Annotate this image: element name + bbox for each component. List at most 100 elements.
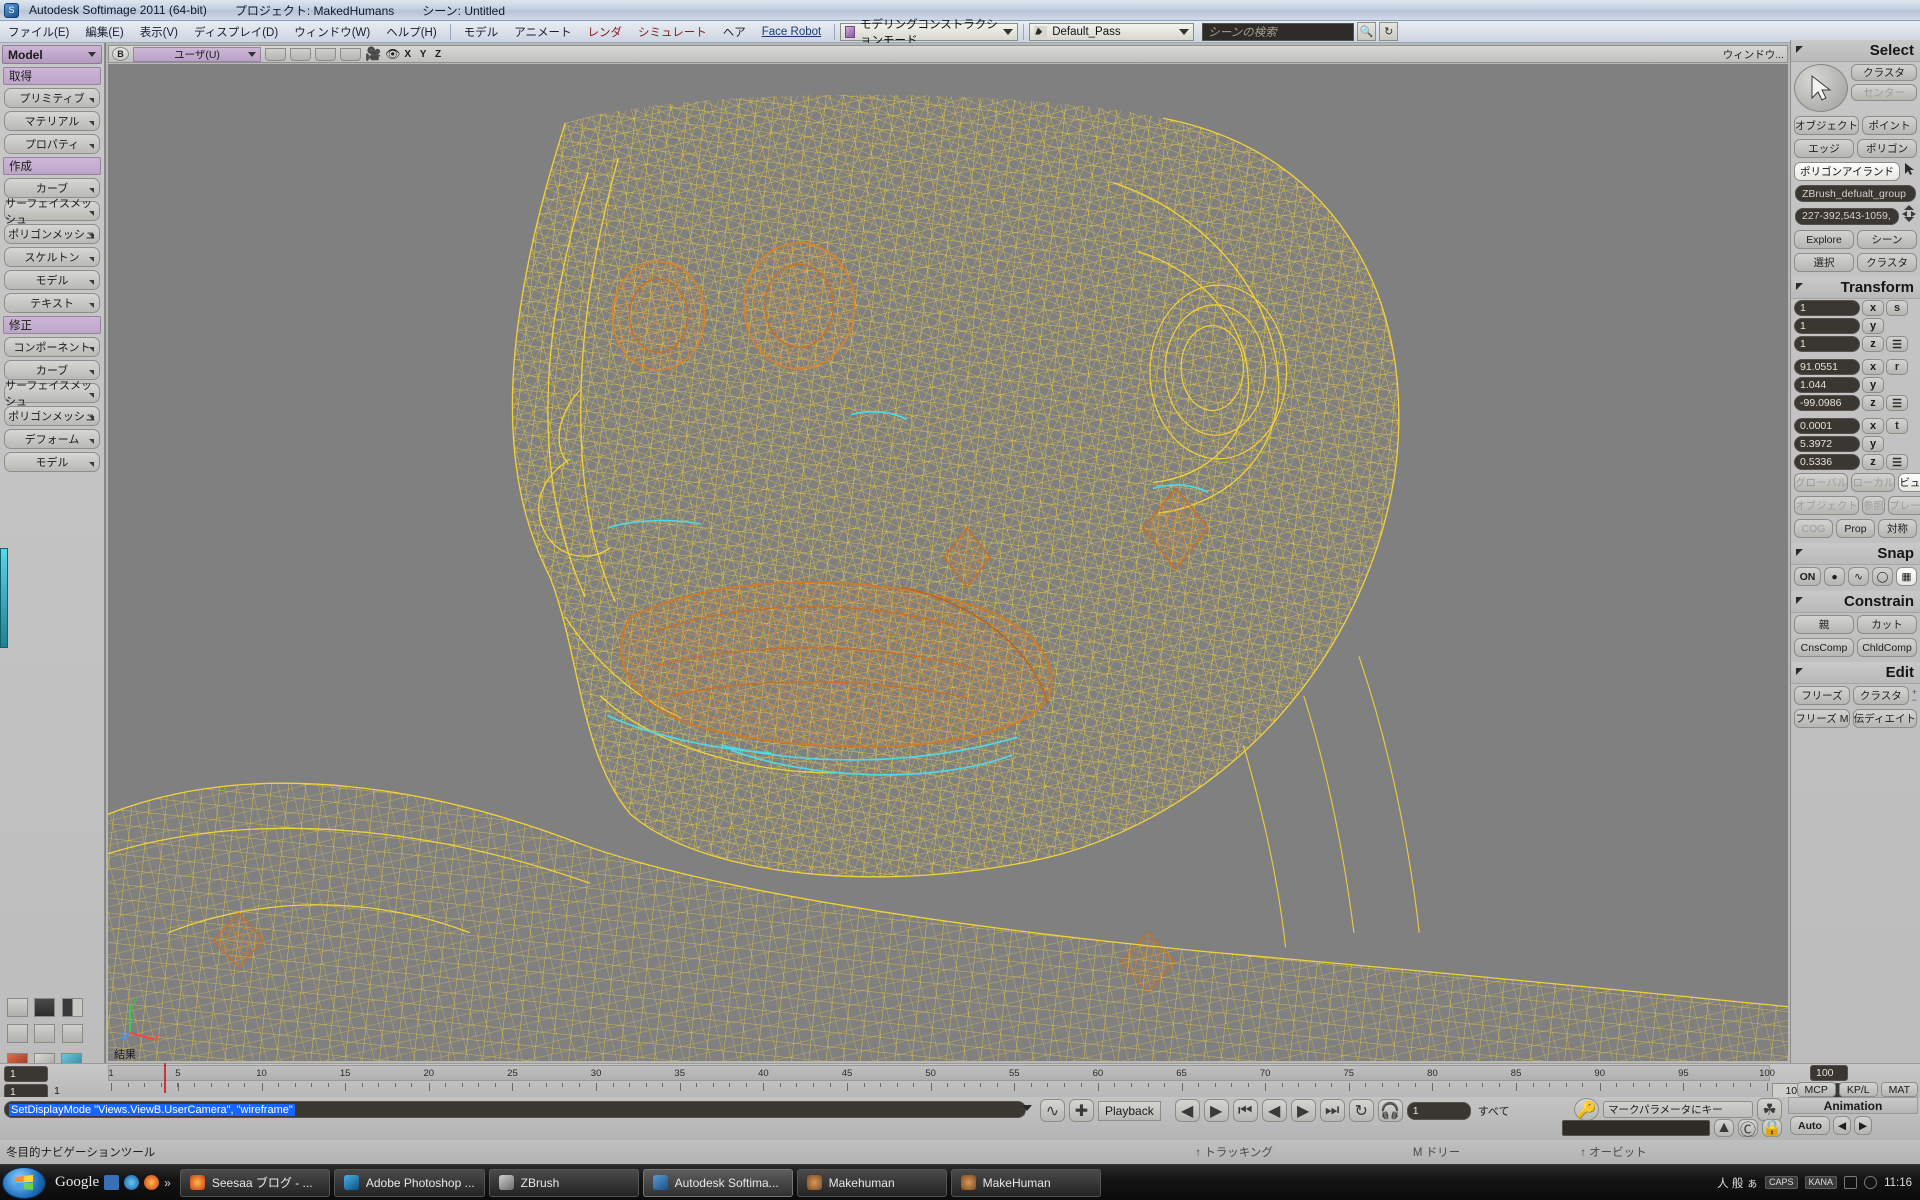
taskbar-item-3[interactable]: Autodesk Softima... [642,1168,793,1197]
timeline-playhead[interactable] [164,1063,166,1093]
viewport-canvas[interactable]: Y X Z 結果 [108,64,1788,1061]
left-button-2-5[interactable]: モデル [4,452,100,472]
teal-side-tab[interactable] [0,548,8,648]
viewport-tab-2[interactable] [290,47,311,61]
eye-visibility-icon[interactable]: 👁 [385,47,400,61]
transform-cog-button[interactable]: COG [1794,519,1833,538]
toolbox-icon[interactable]: ✚ [1069,1099,1094,1122]
module-item-5[interactable]: Face Robot [754,25,829,39]
viewport-tab-4[interactable] [340,47,361,61]
tray-icon-2[interactable] [1864,1176,1878,1189]
ime-language-label[interactable]: 人 般 ぁ [1717,1175,1758,1191]
constrain-cnscomp-button[interactable]: CnsComp [1794,638,1854,657]
snap-section-title[interactable]: Snap [1791,543,1920,565]
loop-icon[interactable]: ↻ [1348,1099,1374,1122]
constrain-parent-button[interactable]: 親 [1794,615,1854,634]
taskbar-item-2[interactable]: ZBrush [488,1168,639,1197]
left-panel-header[interactable]: Model [2,45,102,64]
lock-icon[interactable]: 🔒 [1762,1119,1782,1137]
module-item-4[interactable]: ヘア [715,23,754,41]
edit-freeze-m-button[interactable]: フリーズ M [1794,709,1850,728]
viewport-tab-3[interactable] [315,47,336,61]
menu-item-0[interactable]: ファイル(E) [0,23,77,41]
animation-dropdown-icon[interactable]: ▲ [1714,1119,1734,1137]
snapshot-icon[interactable]: ∿ [1040,1099,1065,1122]
left-button-1-4[interactable]: モデル [4,270,100,290]
left-button-2-2[interactable]: サーフェイスメッシュ [4,380,100,408]
transform-reference-button[interactable]: 参照 [1862,496,1885,515]
transform-sym-button[interactable]: 対称 [1878,519,1917,538]
go-to-start-icon[interactable]: ⏮ [1232,1099,1258,1122]
play-backward-icon[interactable]: ◀ [1261,1099,1287,1122]
constrain-cut-button[interactable]: カット [1857,615,1917,634]
panel-tab-mat[interactable]: MAT [1880,1082,1918,1097]
animation-cycle-icon[interactable]: Ⓒ [1738,1119,1758,1139]
constrain-section-title[interactable]: Constrain [1791,591,1920,613]
viewport-window-label[interactable]: ウィンドウ... [1723,47,1784,62]
edit-plusminus-icons[interactable]: + − [1912,687,1917,704]
left-button-1-5[interactable]: テキスト [4,293,100,313]
menu-item-3[interactable]: ディスプレイ(D) [186,23,286,41]
playback-frame-field[interactable]: 1 [1406,1101,1471,1120]
taskbar-item-5[interactable]: MakeHuman [950,1168,1101,1197]
shade-mode-3[interactable] [61,998,83,1017]
transform-plane-button[interactable]: プレーン [1888,496,1920,515]
left-section-2[interactable]: 修正 [3,316,101,334]
transform-translate-y-field[interactable]: 5.3972 [1794,436,1860,452]
key-marked-params-field[interactable]: マークパラメータにキー [1603,1101,1753,1118]
module-item-1[interactable]: アニメート [506,23,579,41]
select-object-button[interactable]: オブジェクト [1794,116,1859,135]
search-icon[interactable]: 🔍 [1357,22,1377,41]
notes-icon[interactable] [104,1175,120,1190]
left-button-0-2[interactable]: プロパティ [4,134,100,154]
start-button[interactable] [2,1166,46,1199]
transform-axis-label-y[interactable]: y [1862,318,1884,334]
taskbar-item-1[interactable]: Adobe Photoshop ... [333,1168,485,1197]
clock-label[interactable]: 11:16 [1884,1177,1912,1189]
edit-freeze-button[interactable]: フリーズ [1794,686,1850,705]
point-snap-icon[interactable]: ● [1824,567,1845,586]
play-forward-icon[interactable]: ▶ [1290,1099,1316,1122]
left-section-1[interactable]: 作成 [3,157,101,175]
audio-icon[interactable]: 🎧 [1377,1099,1403,1122]
transform-axis-label-y[interactable]: y [1862,377,1884,393]
animation-next-key-icon[interactable]: ▶ [1854,1116,1872,1135]
panel-tab-mcp[interactable]: MCP [1796,1082,1836,1097]
shade-mode-5[interactable] [34,1024,56,1043]
transform-translate-menu-icon[interactable]: ☰ [1886,454,1908,470]
animation-prev-key-icon[interactable]: ◀ [1833,1116,1851,1135]
panel-tab-kp-l[interactable]: KP/L [1838,1082,1878,1097]
viewport-camera-dropdown[interactable]: ユーザ(U) [133,46,261,62]
tray-icon-1[interactable] [1844,1176,1858,1189]
transform-rotate-x-field[interactable]: 91.0551 [1794,359,1860,375]
transform-rotate-mode-icon[interactable]: r [1886,359,1908,375]
range-stepper-icon[interactable] [1902,205,1916,227]
left-button-2-3[interactable]: ポリゴンメッシュ [4,406,100,426]
menu-item-1[interactable]: 編集(E) [77,23,131,41]
viewport-letter-badge[interactable]: B [112,47,129,61]
surface-snap-icon[interactable]: ◯ [1872,567,1893,586]
shade-mode-2[interactable] [34,998,56,1017]
command-history-caret-icon[interactable] [1022,1105,1032,1111]
timeline-end-field-2[interactable]: 100 [1810,1065,1848,1081]
command-line-input[interactable]: SetDisplayMode "Views.ViewB.UserCamera",… [4,1101,1026,1118]
transform-axis-label-z[interactable]: z [1862,395,1884,411]
selected-group-field[interactable]: ZBrush_defualt_group [1795,185,1916,202]
shade-mode-6[interactable] [61,1024,83,1043]
timeline-start-field[interactable]: 1 [4,1066,48,1082]
transform-rotate-menu-icon[interactable]: ☰ [1886,395,1908,411]
transform-local-button[interactable]: ローカル [1851,473,1896,492]
transform-rotate-z-field[interactable]: -99.0986 [1794,395,1860,411]
curve-snap-icon[interactable]: ∿ [1848,567,1869,586]
quick-launch-overflow-icon[interactable]: » [164,1176,171,1190]
select-tool-button[interactable] [1794,64,1848,112]
explore-button[interactable]: Explore [1794,230,1854,249]
playback-menu-button[interactable]: Playback [1098,1100,1161,1121]
taskbar-item-4[interactable]: Makehuman [796,1168,947,1197]
transform-axis-label-y[interactable]: y [1862,436,1884,452]
scene-button[interactable]: シーン [1857,230,1917,249]
step-forward-icon[interactable]: ▶ [1203,1099,1229,1122]
transform-axis-label-x[interactable]: x [1862,418,1884,434]
transform-scale-menu-icon[interactable]: ☰ [1886,336,1908,352]
transform-translate-x-field[interactable]: 0.0001 [1794,418,1860,434]
